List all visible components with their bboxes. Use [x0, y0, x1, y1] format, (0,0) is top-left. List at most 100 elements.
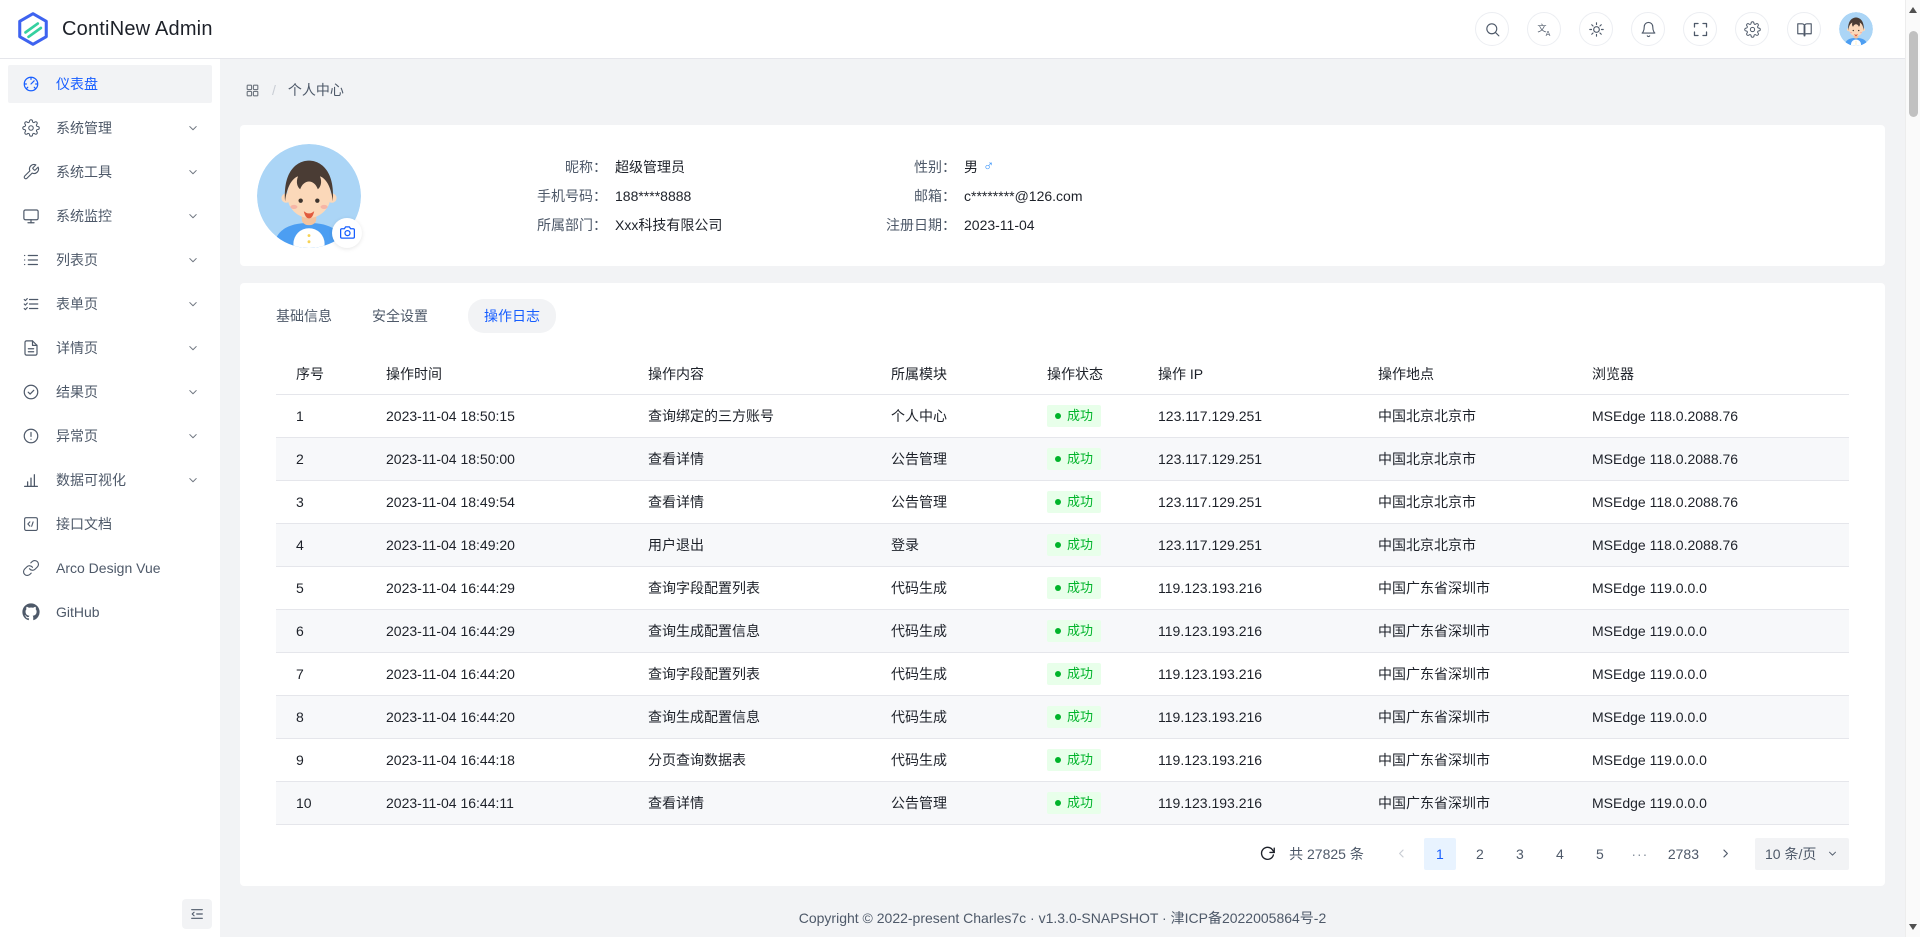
- sun-icon: [1588, 21, 1605, 38]
- github-icon: [22, 603, 40, 621]
- table-cell: 2023-11-04 18:49:20: [366, 523, 628, 566]
- table-cell: 成功: [1027, 480, 1138, 523]
- scroll-down-arrow[interactable]: [1909, 924, 1917, 930]
- page-button-1[interactable]: 1: [1424, 838, 1456, 870]
- upload-avatar-button[interactable]: [332, 218, 362, 248]
- fullscreen-button[interactable]: [1683, 12, 1717, 46]
- table-cell: 119.123.193.216: [1138, 609, 1358, 652]
- table-row: 22023-11-04 18:50:00查看详情公告管理成功123.117.12…: [276, 437, 1849, 480]
- table-cell: 中国广东省深圳市: [1358, 738, 1572, 781]
- table-cell: MSEdge 118.0.2088.76: [1572, 437, 1849, 480]
- status-badge: 成功: [1047, 534, 1101, 556]
- table-cell: 7: [276, 652, 366, 695]
- theme-button[interactable]: [1579, 12, 1613, 46]
- bar-chart-icon: [22, 471, 40, 489]
- profile-field: 性别：男♂: [806, 155, 1083, 179]
- sidebar-item-label: 系统监控: [56, 206, 170, 226]
- sidebar-item-data-visualization[interactable]: 数据可视化: [8, 461, 212, 499]
- sidebar-item-api-docs[interactable]: 接口文档: [8, 505, 212, 543]
- docs-button[interactable]: [1787, 12, 1821, 46]
- settings-button[interactable]: [1735, 12, 1769, 46]
- table-cell: 查询绑定的三方账号: [628, 394, 871, 437]
- refresh-button[interactable]: [1253, 840, 1281, 868]
- top-navbar: ContiNew Admin 文A: [0, 0, 1905, 59]
- table-cell: 119.123.193.216: [1138, 695, 1358, 738]
- page-button-4[interactable]: 4: [1544, 838, 1576, 870]
- status-badge: 成功: [1047, 792, 1101, 814]
- sidebar-item-system-monitor[interactable]: 系统监控: [8, 197, 212, 235]
- table-cell: 登录: [871, 523, 1027, 566]
- sidebar-item-exception-page[interactable]: 异常页: [8, 417, 212, 455]
- success-dot-icon: [1055, 671, 1061, 677]
- page-button-3[interactable]: 3: [1504, 838, 1536, 870]
- scrollbar-thumb[interactable]: [1909, 31, 1918, 117]
- table-cell: 公告管理: [871, 480, 1027, 523]
- table-cell: 分页查询数据表: [628, 738, 871, 781]
- table-row: 82023-11-04 16:44:20查询生成配置信息代码生成成功119.12…: [276, 695, 1849, 738]
- prev-page-button[interactable]: [1388, 838, 1416, 870]
- table-cell: MSEdge 119.0.0.0: [1572, 652, 1849, 695]
- tabs-bar: 基础信息 安全设置 操作日志: [276, 300, 1849, 332]
- table-cell: 4: [276, 523, 366, 566]
- chevron-down-icon: [186, 121, 200, 135]
- sidebar-item-label: Arco Design Vue: [56, 560, 200, 576]
- table-column-header: 操作地点: [1358, 354, 1572, 394]
- breadcrumb-current: 个人中心: [288, 80, 344, 100]
- sidebar-item-system-tools[interactable]: 系统工具: [8, 153, 212, 191]
- apps-icon[interactable]: [245, 83, 260, 98]
- sidebar-item-github[interactable]: GitHub: [8, 593, 212, 631]
- table-cell: MSEdge 119.0.0.0: [1572, 695, 1849, 738]
- page-ellipsis[interactable]: ···: [1624, 838, 1656, 870]
- table-row: 102023-11-04 16:44:11查看详情公告管理成功119.123.1…: [276, 781, 1849, 824]
- success-dot-icon: [1055, 757, 1061, 763]
- avatar: [1839, 12, 1873, 46]
- sidebar-item-dashboard[interactable]: 仪表盘: [8, 65, 212, 103]
- sidebar-item-arco-design-vue[interactable]: Arco Design Vue: [8, 549, 212, 587]
- notifications-button[interactable]: [1631, 12, 1665, 46]
- language-button[interactable]: 文A: [1527, 12, 1561, 46]
- table-cell: 2023-11-04 18:49:54: [366, 480, 628, 523]
- scroll-up-arrow[interactable]: [1909, 7, 1917, 13]
- sidebar-item-detail-page[interactable]: 详情页: [8, 329, 212, 367]
- tab-0[interactable]: 基础信息: [276, 306, 332, 326]
- page-button-5[interactable]: 5: [1584, 838, 1616, 870]
- profile-avatar[interactable]: [257, 144, 361, 248]
- page-button-2[interactable]: 2: [1464, 838, 1496, 870]
- status-badge: 成功: [1047, 706, 1101, 728]
- chevron-down-icon: [186, 429, 200, 443]
- bell-icon: [1640, 21, 1657, 38]
- tab-1[interactable]: 安全设置: [372, 306, 428, 326]
- table-cell: MSEdge 119.0.0.0: [1572, 566, 1849, 609]
- scrollbar[interactable]: [1905, 0, 1920, 937]
- table-cell: 3: [276, 480, 366, 523]
- table-cell: 119.123.193.216: [1138, 566, 1358, 609]
- table-column-header: 操作内容: [628, 354, 871, 394]
- profile-field: 所属部门：Xxx科技有限公司: [457, 213, 806, 237]
- table-cell: 8: [276, 695, 366, 738]
- sidebar-item-label: 系统工具: [56, 162, 170, 182]
- sidebar-item-label: 异常页: [56, 426, 170, 446]
- sidebar-item-form-page[interactable]: 表单页: [8, 285, 212, 323]
- next-page-button[interactable]: [1711, 838, 1739, 870]
- search-button[interactable]: [1475, 12, 1509, 46]
- table-cell: MSEdge 119.0.0.0: [1572, 781, 1849, 824]
- table-row: 62023-11-04 16:44:29查询生成配置信息代码生成成功119.12…: [276, 609, 1849, 652]
- sidebar-item-system-management[interactable]: 系统管理: [8, 109, 212, 147]
- table-cell: 中国北京北京市: [1358, 437, 1572, 480]
- page-button-2783[interactable]: 2783: [1664, 838, 1703, 870]
- table-column-header: 序号: [276, 354, 366, 394]
- tab-2[interactable]: 操作日志: [468, 299, 556, 333]
- collapse-sidebar-button[interactable]: [182, 899, 212, 929]
- sidebar-item-result-page[interactable]: 结果页: [8, 373, 212, 411]
- table-cell: 119.123.193.216: [1138, 781, 1358, 824]
- status-badge: 成功: [1047, 405, 1101, 427]
- chevron-down-icon: [186, 473, 200, 487]
- success-dot-icon: [1055, 714, 1061, 720]
- field-value: 男: [964, 155, 978, 179]
- sidebar-item-list-page[interactable]: 列表页: [8, 241, 212, 279]
- chevron-down-icon: [186, 253, 200, 267]
- table-cell: 2023-11-04 18:50:00: [366, 437, 628, 480]
- user-avatar-button[interactable]: [1839, 12, 1873, 46]
- page-size-select[interactable]: 10 条/页: [1755, 838, 1849, 870]
- table-cell: 2: [276, 437, 366, 480]
